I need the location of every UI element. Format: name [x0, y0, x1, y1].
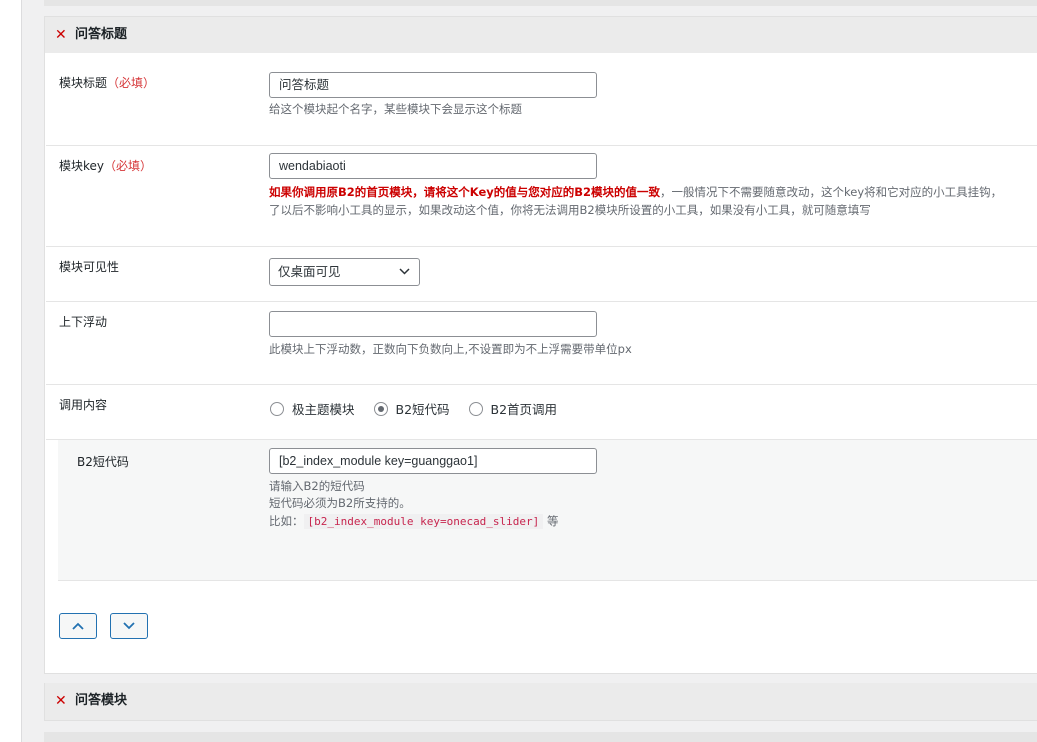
- module-key-input[interactable]: wendabiaoti: [269, 153, 597, 179]
- module-key-desc-line2: 了以后不影响小工具的显示，如果改动这个值，你将无法调用B2模块所设置的小工具，如…: [269, 203, 871, 217]
- visibility-select[interactable]: 仅桌面可见: [269, 258, 420, 286]
- chevron-up-icon: [72, 622, 84, 630]
- float-desc: 此模块上下浮动数，正数向下负数向上,不设置即为不上浮需要带单位px: [269, 342, 632, 356]
- next-section-bar: [44, 732, 1037, 742]
- module-card-header[interactable]: ✕ 问答标题: [45, 17, 1037, 53]
- radio-option-b2-homepage[interactable]: B2首页调用: [468, 401, 557, 419]
- module-card-2-title: 问答模块: [75, 693, 128, 708]
- module-title-label: 模块标题（必填）: [59, 76, 156, 90]
- shortcode-desc-2: 短代码必须为B2所支持的。: [269, 496, 411, 510]
- left-sidebar-edge: [0, 0, 22, 742]
- content-label: 调用内容: [59, 398, 108, 412]
- float-label: 上下浮动: [59, 315, 108, 329]
- shortcode-example-code: [b2_index_module key=onecad_slider]: [303, 514, 544, 529]
- shortcode-input[interactable]: [b2_index_module key=guanggao1]: [269, 448, 597, 474]
- radio-circle-checked[interactable]: [373, 402, 388, 416]
- close-icon[interactable]: ✕: [55, 26, 67, 44]
- module-key-warning: 如果你调用原B2的首页模块，请将这个Key的值与您对应的B2模块的值一致: [269, 185, 661, 199]
- shortcode-row: B2短代码 [b2_index_module key=guanggao1] 请输…: [58, 440, 1037, 581]
- shortcode-label: B2短代码: [77, 455, 129, 469]
- chevron-down-icon: [399, 259, 410, 295]
- module-card-2-header[interactable]: ✕ 问答模块: [44, 683, 1037, 721]
- module-key-row: 模块key（必填） wendabiaoti 如果你调用原B2的首页模块，请将这个…: [46, 146, 1037, 247]
- content-row: 调用内容 极主题模块 B2短代码 B2首页调用: [46, 385, 1037, 440]
- required-marker: （必填）: [107, 76, 156, 90]
- shortcode-desc-1: 请输入B2的短代码: [269, 479, 365, 493]
- visibility-label: 模块可见性: [59, 260, 120, 274]
- float-input[interactable]: [269, 311, 597, 337]
- radio-circle[interactable]: [468, 402, 483, 416]
- module-title-input[interactable]: 问答标题: [269, 72, 597, 98]
- float-row: 上下浮动 此模块上下浮动数，正数向下负数向上,不设置即为不上浮需要带单位px: [46, 302, 1037, 385]
- module-card: ✕ 问答标题 模块标题（必填） 问答标题 给这个模块起个名字，某些模块下会显示这…: [44, 16, 1037, 674]
- radio-circle[interactable]: [270, 402, 284, 416]
- module-title-desc: 给这个模块起个名字，某些模块下会显示这个标题: [269, 102, 522, 116]
- visibility-selected: 仅桌面可见: [278, 264, 341, 279]
- content-radio-group: 极主题模块 B2短代码 B2首页调用: [270, 401, 572, 419]
- move-down-button[interactable]: [110, 613, 148, 639]
- required-marker: （必填）: [104, 159, 153, 173]
- radio-option-b2-shortcode[interactable]: B2短代码: [373, 401, 450, 419]
- radio-option-jitheme[interactable]: 极主题模块: [270, 401, 355, 419]
- move-up-button[interactable]: [59, 613, 97, 639]
- previous-section-bar: [44, 0, 1037, 6]
- module-title-row: 模块标题（必填） 问答标题 给这个模块起个名字，某些模块下会显示这个标题: [46, 53, 1037, 146]
- shortcode-example: 比如： [b2_index_module key=onecad_slider] 等: [269, 514, 559, 529]
- module-card-title: 问答标题: [75, 27, 128, 42]
- visibility-row: 模块可见性 仅桌面可见: [46, 247, 1037, 302]
- module-key-label: 模块key（必填）: [59, 159, 153, 173]
- module-key-desc: 如果你调用原B2的首页模块，请将这个Key的值与您对应的B2模块的值一致，一般情…: [269, 185, 1003, 199]
- close-icon[interactable]: ✕: [55, 692, 67, 710]
- chevron-down-icon: [123, 622, 135, 630]
